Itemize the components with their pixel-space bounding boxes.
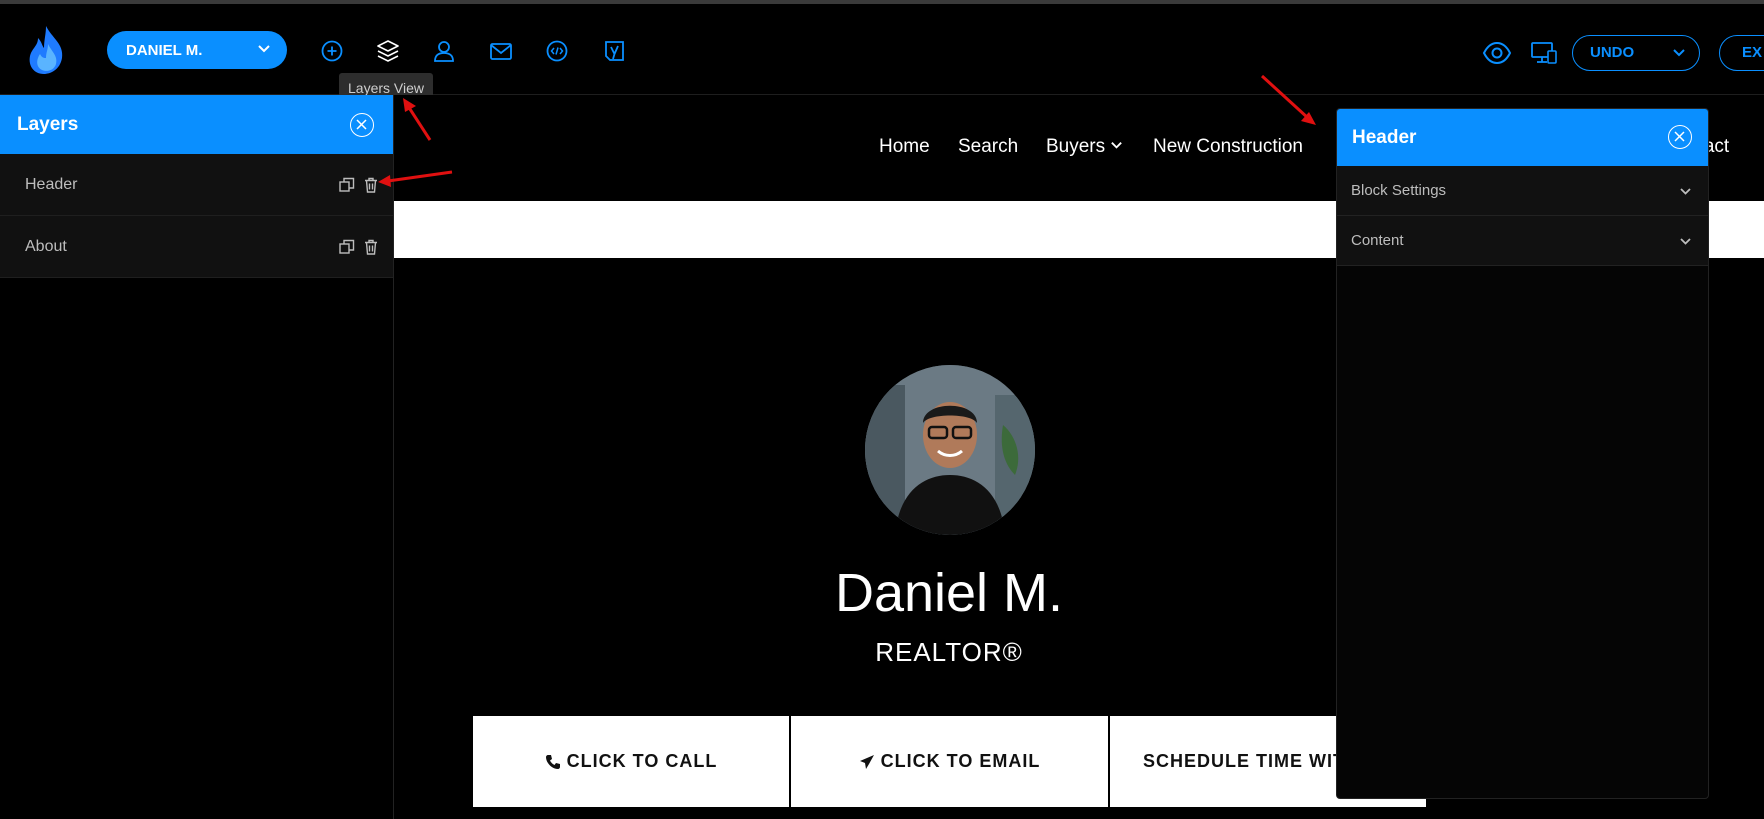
layer-item-label: Header xyxy=(25,176,78,193)
exit-label: EX xyxy=(1742,44,1763,61)
duplicate-icon[interactable] xyxy=(338,176,356,194)
flame-logo-icon[interactable] xyxy=(26,24,66,76)
paper-plane-icon xyxy=(859,754,874,769)
layer-item-about[interactable]: About xyxy=(0,216,393,278)
user-profile-icon[interactable] xyxy=(431,38,457,64)
code-icon[interactable] xyxy=(544,38,570,64)
duplicate-icon[interactable] xyxy=(338,238,356,256)
layers-panel-header: Layers xyxy=(0,95,393,154)
layer-item-label: About xyxy=(25,238,67,255)
layers-panel-title: Layers xyxy=(17,114,79,135)
header-settings-panel: Header Block Settings Content xyxy=(1336,108,1709,799)
close-icon[interactable] xyxy=(1668,125,1692,149)
mail-icon[interactable] xyxy=(488,38,514,64)
header-settings-panel-header: Header xyxy=(1337,109,1708,166)
click-to-email-label: CLICK TO EMAIL xyxy=(880,751,1041,771)
phone-icon xyxy=(545,754,560,769)
yoast-seo-icon[interactable] xyxy=(601,38,627,64)
chevron-down-icon xyxy=(1673,49,1685,57)
click-to-call-label: CLICK TO CALL xyxy=(566,751,718,771)
close-icon[interactable] xyxy=(350,113,374,137)
nav-new-construction[interactable]: New Construction xyxy=(1153,136,1303,158)
undo-label: UNDO xyxy=(1590,44,1635,61)
chevron-down-icon xyxy=(1680,188,1691,195)
click-to-call-button[interactable]: CLICK TO CALL xyxy=(473,716,789,807)
accordion-content[interactable]: Content xyxy=(1337,216,1708,266)
chevron-down-icon xyxy=(1111,142,1123,149)
undo-dropdown-button[interactable]: UNDO xyxy=(1572,35,1700,71)
header-settings-title: Header xyxy=(1352,127,1417,148)
nav-search[interactable]: Search xyxy=(958,136,1018,158)
editor-toolbar: DANIEL M. Layers View UNDO EX xyxy=(0,4,1764,104)
layers-panel: Layers Header About xyxy=(0,95,394,819)
nav-buyers[interactable]: Buyers xyxy=(1046,136,1123,158)
nav-home[interactable]: Home xyxy=(879,136,930,158)
nav-buyers-label: Buyers xyxy=(1046,136,1106,157)
device-preview-icon[interactable] xyxy=(1529,39,1559,67)
user-dropdown-label: DANIEL M. xyxy=(126,41,203,59)
user-dropdown-button[interactable]: DANIEL M. xyxy=(107,31,287,69)
profile-photo xyxy=(865,365,1035,535)
chevron-down-icon xyxy=(258,45,270,53)
preview-eye-icon[interactable] xyxy=(1482,39,1512,67)
exit-button[interactable]: EX xyxy=(1719,35,1764,71)
chevron-down-icon xyxy=(1680,238,1691,245)
add-block-icon[interactable] xyxy=(319,38,345,64)
accordion-label: Content xyxy=(1351,232,1404,249)
trash-icon[interactable] xyxy=(362,238,380,256)
accordion-block-settings[interactable]: Block Settings xyxy=(1337,166,1708,216)
layers-icon[interactable] xyxy=(375,38,401,64)
layer-item-header[interactable]: Header xyxy=(0,154,393,216)
click-to-email-button[interactable]: CLICK TO EMAIL xyxy=(791,716,1108,807)
trash-icon[interactable] xyxy=(362,176,380,194)
accordion-label: Block Settings xyxy=(1351,182,1447,199)
